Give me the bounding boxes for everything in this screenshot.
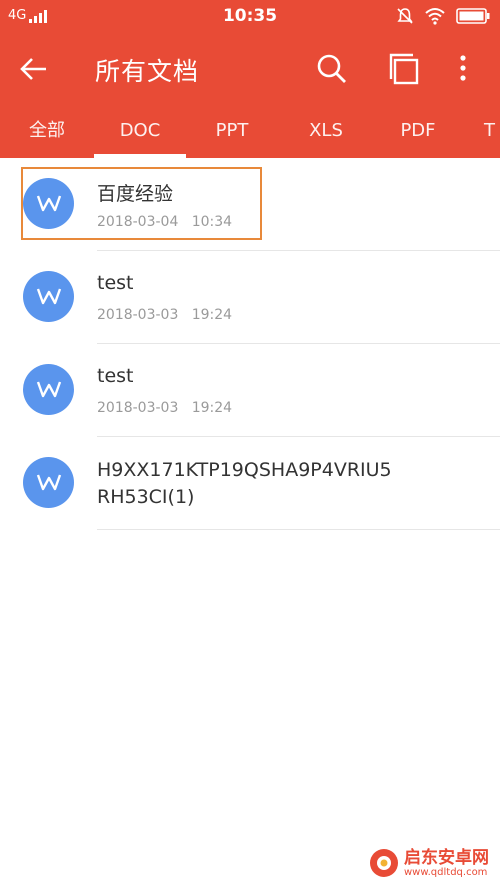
file-name: test [97, 272, 134, 294]
multi-select-icon[interactable] [386, 51, 422, 87]
search-icon[interactable] [314, 51, 350, 87]
tab-xls[interactable]: XLS [290, 105, 362, 158]
battery-icon [456, 8, 490, 24]
wifi-icon [425, 8, 445, 25]
list-item[interactable]: test 2018-03-03 19:24 [0, 251, 500, 344]
word-doc-icon [23, 364, 74, 415]
divider [97, 529, 500, 530]
tab-ppt[interactable]: PPT [196, 105, 268, 158]
tab-pdf[interactable]: PDF [382, 105, 454, 158]
list-item[interactable]: test 2018-03-03 19:24 [0, 344, 500, 437]
status-icons [396, 7, 490, 25]
status-bar: 4G 10:35 [0, 0, 500, 33]
highlight-box [21, 167, 262, 240]
file-date: 2018-03-03 19:24 [97, 307, 233, 323]
word-doc-icon [23, 271, 74, 322]
tab-all[interactable]: 全部 [20, 105, 74, 158]
mute-bell-icon [397, 8, 413, 24]
watermark-logo-icon [370, 849, 398, 877]
file-name: test [97, 365, 134, 387]
tab-txt[interactable]: T [484, 105, 500, 158]
list-item[interactable]: H9XX171KTP19QSHA9P4VRIU5 RH53CI(1) [0, 437, 500, 530]
file-type-tabs: 全部 DOC PPT XLS PDF T [0, 105, 500, 158]
watermark-text: 启东安卓网 [404, 847, 489, 868]
word-doc-icon [23, 457, 74, 508]
more-options-icon[interactable] [450, 51, 476, 87]
page-title: 所有文档 [95, 57, 200, 86]
back-arrow-icon[interactable] [16, 51, 52, 87]
file-name-line-2: RH53CI(1) [97, 486, 195, 508]
tab-doc[interactable]: DOC [94, 105, 186, 158]
watermark: 启东安卓网 www.qdltdq.com [368, 847, 489, 879]
file-date: 2018-03-03 19:24 [97, 400, 233, 416]
watermark-url: www.qdltdq.com [404, 866, 488, 878]
file-name: H9XX171KTP19QSHA9P4VRIU5 RH53CI(1) [97, 457, 392, 511]
file-name-line-1: H9XX171KTP19QSHA9P4VRIU5 [97, 459, 392, 481]
list-item[interactable]: 百度经验 2018-03-04 10:34 [0, 158, 500, 251]
app-bar: 所有文档 [0, 33, 500, 105]
